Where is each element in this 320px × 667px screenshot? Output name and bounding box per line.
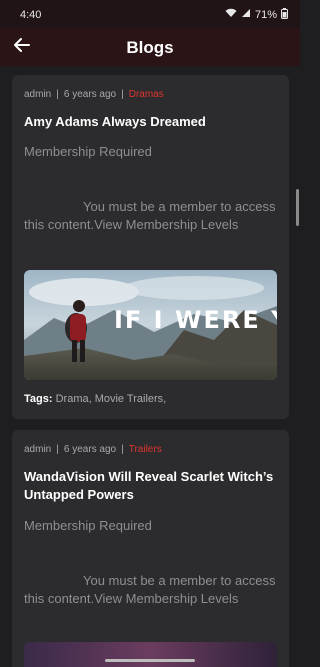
post-thumbnail[interactable]: IF I WERE YOU — [24, 270, 277, 380]
post-tags: Tags: Drama, Movie Trailers, — [24, 393, 166, 405]
blog-card[interactable]: admin | 6 years ago | Trailers WandaVision W… — [12, 430, 289, 667]
post-date: 6 years ago — [63, 89, 117, 100]
post-meta: admin | 6 years ago | Trailers — [24, 444, 162, 455]
battery-percent: 71% — [254, 8, 277, 21]
post-date: 6 years ago — [63, 444, 117, 455]
membership-required: Membership Required — [24, 144, 152, 159]
post-category[interactable]: Dramas — [129, 89, 164, 100]
blog-card[interactable]: admin | 6 years ago | Dramas Amy Adams Alway… — [12, 75, 289, 419]
scrollbar[interactable] — [296, 189, 299, 226]
home-indicator[interactable] — [105, 659, 195, 662]
app-bar: Blogs — [0, 29, 300, 66]
status-bar: 4:40 71% — [0, 0, 300, 29]
tags-label: Tags: — [24, 393, 53, 405]
access-message: You must be a member to access this cont… — [24, 198, 280, 234]
post-category[interactable]: Trailers — [129, 444, 162, 455]
access-message: You must be a member to access this cont… — [24, 572, 280, 608]
arrow-left-icon — [14, 37, 30, 57]
post-author[interactable]: admin — [24, 444, 51, 455]
page-title: Blogs — [126, 37, 174, 57]
post-author[interactable]: admin — [24, 89, 51, 100]
thumbnail-title-text: IF I WERE YOU — [114, 306, 277, 334]
svg-text:IF I WERE YOU: IF I WERE YOU — [114, 306, 277, 334]
back-button[interactable] — [12, 37, 32, 57]
membership-required: Membership Required — [24, 518, 152, 533]
blog-list[interactable]: admin | 6 years ago | Dramas Amy Adams Alway… — [0, 66, 300, 667]
status-icons: 71% — [225, 7, 288, 22]
membership-levels-link[interactable]: View Membership Levels — [94, 591, 238, 606]
post-meta: admin | 6 years ago | Dramas — [24, 89, 164, 100]
wifi-icon — [225, 8, 237, 21]
tag-list[interactable]: Drama, Movie Trailers, — [56, 393, 167, 405]
battery-icon — [281, 7, 288, 22]
membership-levels-link[interactable]: View Membership Levels — [94, 217, 238, 232]
post-title[interactable]: Amy Adams Always Dreamed — [24, 113, 279, 131]
post-title[interactable]: WandaVision Will Reveal Scarlet Witch’s … — [24, 468, 279, 504]
status-time: 4:40 — [20, 8, 42, 21]
signal-icon — [241, 8, 251, 21]
post-thumbnail[interactable] — [24, 642, 277, 667]
